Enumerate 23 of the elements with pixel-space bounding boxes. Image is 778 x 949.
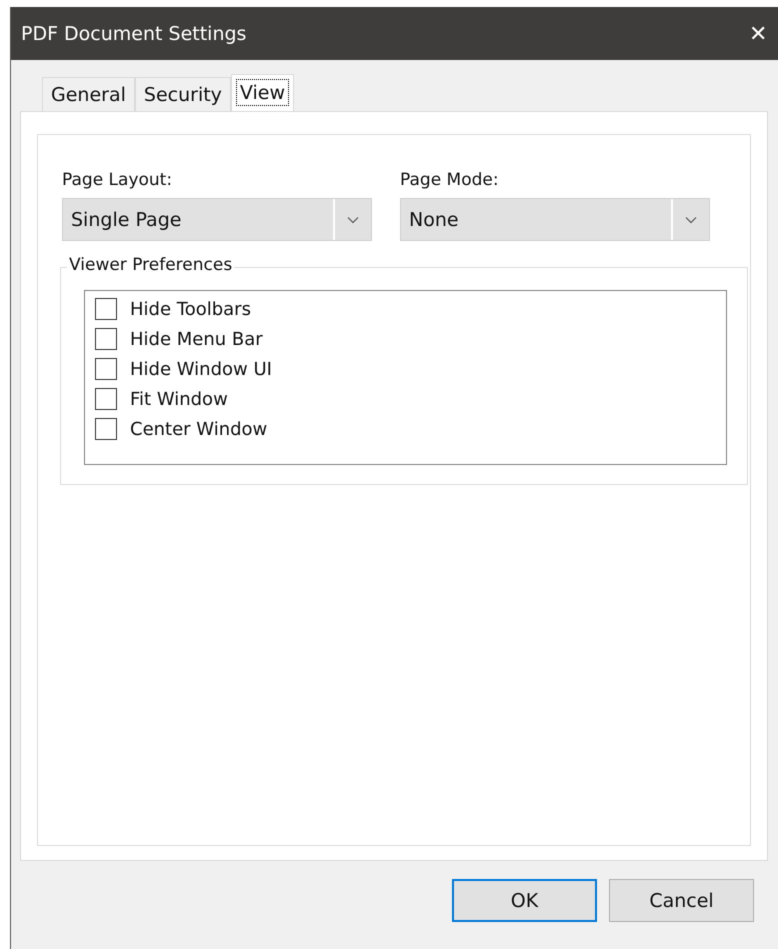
field-label: Page Layout:	[62, 170, 174, 190]
checkbox-label: Center Window	[130, 418, 268, 440]
checkbox[interactable]	[95, 298, 117, 320]
checkbox-label: Fit Window	[130, 388, 228, 410]
checkbox-label: Hide Window UI	[130, 358, 272, 380]
tab[interactable]: General	[42, 77, 135, 111]
field-label: Page Mode:	[400, 170, 500, 190]
checkbox-label: Hide Menu Bar	[130, 328, 263, 350]
dialog-button[interactable]: Cancel	[609, 879, 754, 922]
dialog-button[interactable]: OK	[452, 879, 597, 922]
checkbox[interactable]	[95, 358, 117, 380]
dropdown[interactable]: Single Page	[62, 198, 372, 241]
checkbox[interactable]	[95, 418, 117, 440]
chevron-down-icon	[347, 216, 359, 224]
checkbox[interactable]	[95, 328, 117, 350]
checkbox-label: Hide Toolbars	[130, 298, 251, 320]
window-title: PDF Document Settings	[21, 22, 246, 44]
tab[interactable]: Security	[134, 77, 231, 111]
close-button[interactable]: ✕	[738, 14, 778, 54]
tab[interactable]: View	[230, 74, 294, 111]
chevron-down-icon	[685, 216, 697, 224]
dropdown[interactable]: None	[400, 198, 710, 241]
checkbox[interactable]	[95, 388, 117, 410]
